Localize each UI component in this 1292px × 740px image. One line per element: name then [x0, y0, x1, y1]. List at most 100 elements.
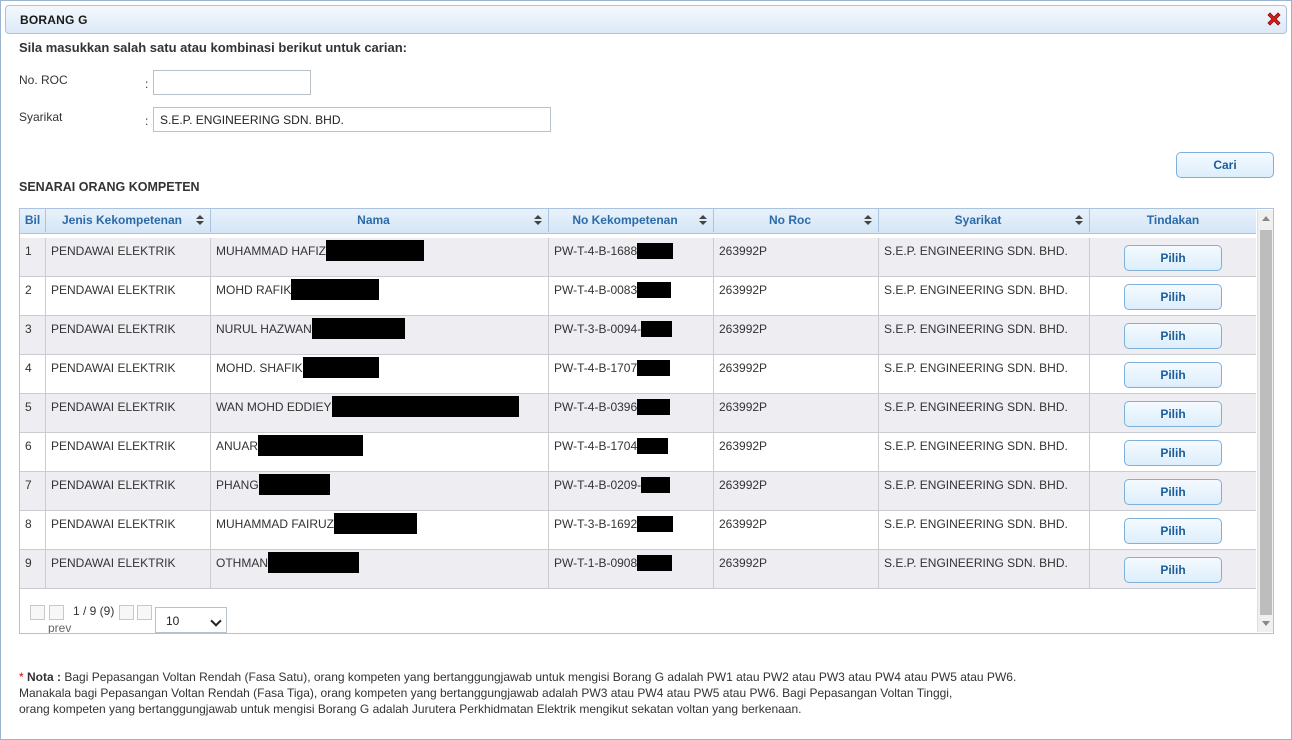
last-page-icon[interactable]: [137, 605, 152, 620]
cell-tindakan: Pilih: [1090, 511, 1256, 549]
table-scrollbar[interactable]: [1257, 210, 1273, 632]
table-row: 6 PENDAWAI ELEKTRIK ANUAR PW-T-4-B-1704 2639…: [20, 433, 1256, 472]
cell-nama: WAN MOHD EDDIEY: [211, 394, 549, 432]
sort-icon[interactable]: [196, 215, 204, 226]
cell-no-roc: 263992P: [714, 394, 879, 432]
pilih-button[interactable]: Pilih: [1124, 323, 1222, 349]
table-body: 1 PENDAWAI ELEKTRIK MUHAMMAD HAFIZ PW-T-4-B…: [20, 238, 1256, 589]
redaction-block: [268, 552, 359, 573]
pilih-button[interactable]: Pilih: [1124, 284, 1222, 310]
cell-no-kekompetenan: PW-T-4-B-0209-: [549, 472, 714, 510]
pilih-button[interactable]: Pilih: [1124, 362, 1222, 388]
close-icon[interactable]: [1264, 9, 1284, 29]
pilih-button[interactable]: Pilih: [1124, 440, 1222, 466]
pilih-button[interactable]: Pilih: [1124, 245, 1222, 271]
page-info: 1 / 9 (9): [73, 604, 115, 618]
cell-jenis: PENDAWAI ELEKTRIK: [46, 433, 211, 471]
cell-bil: 9: [20, 550, 46, 588]
cell-bil: 6: [20, 433, 46, 471]
redaction-block: [637, 282, 672, 298]
cell-no-roc: 263992P: [714, 433, 879, 471]
col-syarikat[interactable]: Syarikat: [879, 209, 1090, 232]
redaction-block: [637, 516, 674, 532]
prev-label[interactable]: prev: [48, 621, 71, 633]
table-header: Bil Jenis Kekompetenan Nama No Kekompete…: [20, 209, 1256, 234]
redaction-block: [637, 243, 674, 259]
redaction-block: [258, 474, 330, 495]
cell-jenis: PENDAWAI ELEKTRIK: [46, 550, 211, 588]
cell-no-roc: 263992P: [714, 355, 879, 393]
cell-syarikat: S.E.P. ENGINEERING SDN. BHD.: [879, 316, 1090, 354]
sort-icon[interactable]: [699, 215, 707, 226]
col-jenis[interactable]: Jenis Kekompetenan: [46, 209, 211, 232]
cell-bil: 1: [20, 238, 46, 276]
col-no-roc[interactable]: No Roc: [714, 209, 879, 232]
cell-jenis: PENDAWAI ELEKTRIK: [46, 277, 211, 315]
scroll-thumb[interactable]: [1260, 230, 1272, 615]
redaction-block: [334, 513, 417, 534]
dialog-titlebar: BORANG G: [5, 5, 1287, 34]
cell-bil: 8: [20, 511, 46, 549]
pilih-button[interactable]: Pilih: [1124, 401, 1222, 427]
cell-syarikat: S.E.P. ENGINEERING SDN. BHD.: [879, 550, 1090, 588]
cell-jenis: PENDAWAI ELEKTRIK: [46, 511, 211, 549]
sort-icon[interactable]: [534, 215, 542, 226]
page-size-select[interactable]: 10: [155, 607, 227, 633]
col-nama[interactable]: Nama: [211, 209, 549, 232]
cell-nama: MOHD. SHAFIK: [211, 355, 549, 393]
table-row: 4 PENDAWAI ELEKTRIK MOHD. SHAFIK PW-T-4-B-1…: [20, 355, 1256, 394]
dialog-title: BORANG G: [20, 13, 88, 27]
cell-tindakan: Pilih: [1090, 433, 1256, 471]
search-button[interactable]: Cari: [1176, 152, 1274, 178]
cell-syarikat: S.E.P. ENGINEERING SDN. BHD.: [879, 433, 1090, 471]
cell-bil: 5: [20, 394, 46, 432]
cell-jenis: PENDAWAI ELEKTRIK: [46, 394, 211, 432]
roc-input[interactable]: [153, 70, 311, 95]
table-row: 2 PENDAWAI ELEKTRIK MOHD RAFIK PW-T-4-B-008…: [20, 277, 1256, 316]
cell-no-kekompetenan: PW-T-4-B-0396: [549, 394, 714, 432]
cell-no-roc: 263992P: [714, 316, 879, 354]
cell-syarikat: S.E.P. ENGINEERING SDN. BHD.: [879, 511, 1090, 549]
cell-no-roc: 263992P: [714, 550, 879, 588]
note-line-3: orang kompeten yang bertanggungjawab unt…: [19, 702, 802, 716]
table-row: 1 PENDAWAI ELEKTRIK MUHAMMAD HAFIZ PW-T-4-B…: [20, 238, 1256, 277]
cell-tindakan: Pilih: [1090, 277, 1256, 315]
first-page-icon[interactable]: [30, 605, 45, 620]
next-page-icon[interactable]: [119, 605, 134, 620]
roc-label: No. ROC: [19, 73, 68, 87]
pilih-button[interactable]: Pilih: [1124, 518, 1222, 544]
redaction-block: [258, 435, 364, 456]
pilih-button[interactable]: Pilih: [1124, 557, 1222, 583]
cell-jenis: PENDAWAI ELEKTRIK: [46, 355, 211, 393]
cell-no-kekompetenan: PW-T-4-B-1707: [549, 355, 714, 393]
redaction-block: [311, 318, 405, 339]
sort-icon[interactable]: [1075, 215, 1083, 226]
cell-no-kekompetenan: PW-T-4-B-0083: [549, 277, 714, 315]
cell-tindakan: Pilih: [1090, 472, 1256, 510]
cell-no-kekompetenan: PW-T-3-B-1692: [549, 511, 714, 549]
redaction-block: [302, 357, 379, 378]
cell-syarikat: S.E.P. ENGINEERING SDN. BHD.: [879, 472, 1090, 510]
cell-no-roc: 263992P: [714, 277, 879, 315]
scroll-down-icon[interactable]: [1262, 621, 1270, 626]
syarikat-input[interactable]: [153, 107, 551, 132]
results-table: Bil Jenis Kekompetenan Nama No Kekompete…: [19, 208, 1274, 634]
table-row: 3 PENDAWAI ELEKTRIK NURUL HAZWAN PW-T-3-B-0…: [20, 316, 1256, 355]
redaction-block: [641, 321, 673, 337]
col-no-kekompetenan[interactable]: No Kekompetenan: [549, 209, 714, 232]
cell-nama: MUHAMMAD FAIRUZ: [211, 511, 549, 549]
pilih-button[interactable]: Pilih: [1124, 479, 1222, 505]
cell-no-kekompetenan: PW-T-1-B-0908: [549, 550, 714, 588]
cell-jenis: PENDAWAI ELEKTRIK: [46, 316, 211, 354]
cell-jenis: PENDAWAI ELEKTRIK: [46, 238, 211, 276]
cell-syarikat: S.E.P. ENGINEERING SDN. BHD.: [879, 355, 1090, 393]
redaction-block: [331, 396, 519, 417]
sort-icon[interactable]: [864, 215, 872, 226]
search-instruction: Sila masukkan salah satu atau kombinasi …: [19, 40, 407, 55]
chevron-down-icon: [210, 615, 222, 627]
col-bil[interactable]: Bil: [20, 209, 46, 232]
table-row: 9 PENDAWAI ELEKTRIK OTHMAN PW-T-1-B-0908 263…: [20, 550, 1256, 589]
prev-page-icon[interactable]: [49, 605, 64, 620]
scroll-up-icon[interactable]: [1262, 216, 1270, 221]
redaction-block: [637, 360, 671, 376]
